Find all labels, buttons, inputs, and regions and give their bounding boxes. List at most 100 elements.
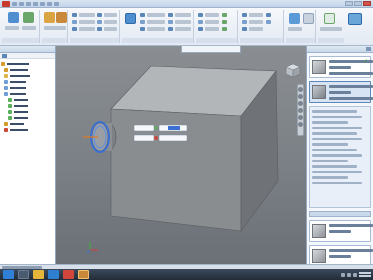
- revolve-icon[interactable]: [56, 12, 67, 23]
- move-face-icon[interactable]: [168, 27, 173, 31]
- ribbon: [0, 8, 373, 46]
- cancel-icon[interactable]: [154, 136, 158, 140]
- ribbon-label: [205, 27, 219, 31]
- tutorial-panel: ✓: [306, 46, 373, 264]
- create-sketch-icon[interactable]: [8, 12, 19, 23]
- qat-update-icon[interactable]: [54, 2, 59, 6]
- ribbon-group-features: [70, 10, 120, 43]
- filter-icon[interactable]: [2, 54, 7, 58]
- tree-item-end-of-part[interactable]: [1, 127, 54, 133]
- fillet-icon[interactable]: [72, 20, 77, 24]
- help-tutorial-button[interactable]: [348, 13, 362, 25]
- inventor-window: ✓: [0, 0, 373, 280]
- mirror-icon[interactable]: [198, 27, 203, 31]
- zoom-icon[interactable]: [298, 101, 303, 106]
- maximize-button[interactable]: [354, 1, 362, 6]
- ribbon-group-caption: [286, 38, 315, 43]
- qat-undo-icon[interactable]: [33, 2, 38, 6]
- rect-pattern-icon[interactable]: [198, 13, 203, 17]
- extrude-icon: [4, 92, 8, 96]
- stitch-icon[interactable]: [242, 13, 247, 17]
- ribbon-group-tutorial: [318, 10, 344, 43]
- minitoolbar-field-3[interactable]: [158, 134, 188, 142]
- step-thumbnail: [312, 60, 326, 74]
- return-icon[interactable]: [23, 12, 34, 23]
- step-description: [329, 224, 373, 236]
- circ-pattern-icon[interactable]: [198, 20, 203, 24]
- ribbon-label: [79, 13, 95, 17]
- ribbon-group-caption: [318, 38, 344, 43]
- ribbon-label: [147, 27, 165, 31]
- acrobat-icon[interactable]: [63, 270, 74, 279]
- windows-taskbar: [0, 269, 373, 280]
- axis-icon[interactable]: [222, 20, 227, 24]
- ribbon-label: [175, 13, 191, 17]
- point-icon[interactable]: [222, 27, 227, 31]
- network-icon[interactable]: [341, 272, 345, 277]
- close-button[interactable]: [363, 1, 371, 6]
- part-icon: [1, 62, 5, 66]
- language-icon[interactable]: [353, 272, 357, 277]
- plane-icon[interactable]: [222, 13, 227, 17]
- pin-icon[interactable]: [366, 47, 371, 51]
- ribbon-group-caption: [70, 38, 119, 43]
- tutorial-step-next-1[interactable]: [309, 220, 373, 242]
- ribbon-label: [249, 27, 263, 31]
- simulation-icon[interactable]: [303, 13, 314, 24]
- shell-icon[interactable]: [97, 13, 102, 17]
- sketch-icon: [8, 98, 12, 102]
- nav-menu-icon[interactable]: [298, 122, 303, 127]
- tutorial-step-done[interactable]: ✓: [309, 56, 373, 78]
- qat-save-icon[interactable]: [26, 2, 31, 6]
- ribbon-group-surface: [240, 10, 284, 43]
- sculpt-icon[interactable]: [242, 20, 247, 24]
- thread-icon[interactable]: [97, 27, 102, 31]
- draft-icon[interactable]: [97, 20, 102, 24]
- volume-icon[interactable]: [347, 272, 351, 277]
- next-steps-header[interactable]: [309, 211, 371, 217]
- app-icon[interactable]: [78, 270, 89, 279]
- ribbon-label: [249, 13, 263, 17]
- combine-icon[interactable]: [168, 20, 173, 24]
- browser-icon[interactable]: [48, 270, 59, 279]
- minitoolbar-field-1[interactable]: [133, 124, 155, 132]
- tutorial-icon[interactable]: [324, 13, 335, 24]
- extrude-icon[interactable]: [44, 12, 55, 23]
- decal-icon[interactable]: [140, 27, 145, 31]
- extend-icon[interactable]: [266, 20, 271, 24]
- ok-icon[interactable]: [154, 126, 158, 130]
- qat-redo-icon[interactable]: [40, 2, 45, 6]
- tutorial-step-next-2[interactable]: [309, 245, 373, 264]
- qat-open-icon[interactable]: [19, 2, 24, 6]
- pan-icon[interactable]: [298, 94, 303, 99]
- task-view-icon[interactable]: [18, 270, 29, 279]
- trim-icon[interactable]: [266, 13, 271, 17]
- end-of-part-icon: [4, 128, 8, 132]
- clock[interactable]: [359, 271, 371, 278]
- qat-new-icon[interactable]: [12, 2, 17, 6]
- look-at-icon[interactable]: [298, 115, 303, 120]
- convert-to-sheet-metal-icon[interactable]: [289, 13, 300, 24]
- model-browser: [0, 46, 56, 264]
- orbit-icon[interactable]: [298, 108, 303, 113]
- ribbon-label: [79, 27, 95, 31]
- viewcube-icon[interactable]: [284, 62, 302, 78]
- app-menu-icon[interactable]: [2, 1, 10, 7]
- ribbon-group-caption: [122, 38, 193, 43]
- qat-return-icon[interactable]: [47, 2, 52, 6]
- chamfer-icon[interactable]: [72, 27, 77, 31]
- tutorial-step-active[interactable]: [309, 81, 373, 103]
- emboss-icon[interactable]: [140, 20, 145, 24]
- hole-command-icon[interactable]: [125, 13, 136, 24]
- steering-wheel-icon[interactable]: [298, 87, 303, 92]
- folder-icon[interactable]: [33, 270, 44, 279]
- panel-header: [307, 46, 373, 53]
- graphics-window[interactable]: [56, 46, 306, 264]
- hole-icon[interactable]: [72, 13, 77, 17]
- minimize-button[interactable]: [345, 1, 353, 6]
- patch-icon[interactable]: [242, 27, 247, 31]
- split-icon[interactable]: [168, 13, 173, 17]
- start-menu-icon[interactable]: [3, 270, 14, 279]
- rib-icon[interactable]: [140, 13, 145, 17]
- minitoolbar-field-2[interactable]: [133, 134, 155, 142]
